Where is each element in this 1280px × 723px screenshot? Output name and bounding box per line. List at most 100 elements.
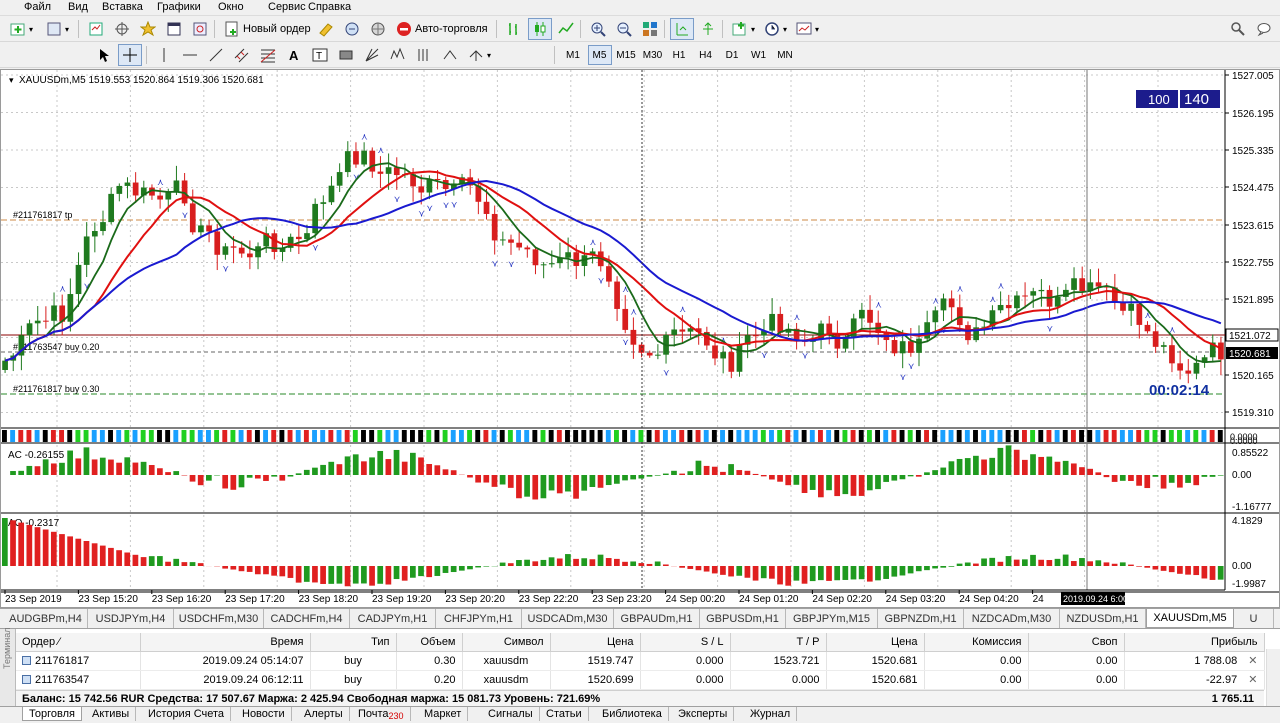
trendline-tool[interactable] xyxy=(204,44,228,66)
column-header-3[interactable]: Объем xyxy=(396,633,462,651)
timeframe-w1[interactable]: W1 xyxy=(747,45,771,65)
cycle-lines-tool[interactable] xyxy=(412,44,436,66)
terminal-tab-10[interactable]: Эксперты xyxy=(672,707,734,721)
chart-tab-10[interactable]: GBPNZDm,H1 xyxy=(878,609,964,628)
timeframe-d1[interactable]: D1 xyxy=(720,45,744,65)
column-header-9[interactable]: Комиссия xyxy=(924,633,1028,651)
crosshair-tool[interactable] xyxy=(118,44,142,66)
arrows-tool[interactable]: ▾ xyxy=(464,44,495,66)
new-chart-button[interactable]: ▾ xyxy=(6,18,37,40)
chart-tab-14[interactable]: U xyxy=(1234,609,1274,628)
metaeditor-button[interactable] xyxy=(314,18,338,40)
menu-6[interactable]: Справка xyxy=(308,1,351,13)
column-header-5[interactable]: Цена xyxy=(550,633,640,651)
auto-trading-button[interactable]: Авто-торговля xyxy=(392,18,492,40)
candlestick-button[interactable] xyxy=(528,18,552,40)
community-button[interactable] xyxy=(366,18,390,40)
terminal-tab-7[interactable]: Сигналы xyxy=(482,707,540,721)
timeframe-h4[interactable]: H4 xyxy=(694,45,718,65)
menu-3[interactable]: Графики xyxy=(157,1,201,13)
chart-tab-2[interactable]: USDCHFm,M30 xyxy=(174,609,264,628)
profiles-button[interactable]: ▾ xyxy=(42,18,73,40)
chart-tab-0[interactable]: AUDGBPm,H4 xyxy=(4,609,88,628)
chart-tab-5[interactable]: CHFJPYm,H1 xyxy=(436,609,522,628)
timeframe-m15[interactable]: M15 xyxy=(614,45,638,65)
templates-button[interactable]: ▾ xyxy=(792,18,823,40)
column-header-7[interactable]: T / P xyxy=(730,633,826,651)
line-chart-button[interactable] xyxy=(554,18,578,40)
column-header-4[interactable]: Символ xyxy=(462,633,550,651)
channel-tool[interactable] xyxy=(230,44,254,66)
bar-chart-button[interactable] xyxy=(502,18,526,40)
timeframe-m5[interactable]: M5 xyxy=(588,45,612,65)
text-tool[interactable]: A xyxy=(282,44,306,66)
search-button[interactable] xyxy=(1226,18,1250,40)
timeframe-mn[interactable]: MN xyxy=(773,45,797,65)
chart-tab-13[interactable]: XAUUSDm,M5 xyxy=(1146,609,1234,628)
horizontal-line-tool[interactable] xyxy=(178,44,202,66)
terminal-tab-2[interactable]: История Счета xyxy=(142,707,231,721)
vertical-line-tool[interactable] xyxy=(152,44,176,66)
chart-tab-3[interactable]: CADCHFm,H4 xyxy=(264,609,350,628)
chart-tab-12[interactable]: NZDUSDm,H1 xyxy=(1060,609,1146,628)
andrews-tool[interactable] xyxy=(438,44,462,66)
rectangle-tool[interactable] xyxy=(334,44,358,66)
terminal-tab-9[interactable]: Библиотека xyxy=(596,707,669,721)
menu-0[interactable]: Файл xyxy=(24,1,51,13)
cursor-tool[interactable] xyxy=(92,44,116,66)
order-row[interactable]: 2117618172019.09.24 05:14:07buy0.30xauus… xyxy=(16,651,1264,670)
order-row[interactable]: 2117635472019.09.24 06:12:11buy0.20xauus… xyxy=(16,670,1264,689)
data-window-button[interactable] xyxy=(162,18,186,40)
zoom-in-button[interactable] xyxy=(586,18,610,40)
terminal-tab-4[interactable]: Алерты xyxy=(298,707,350,721)
elliott-tool[interactable] xyxy=(386,44,410,66)
terminal-tab-0[interactable]: Торговля xyxy=(22,707,82,721)
gann-tool[interactable] xyxy=(360,44,384,66)
fibonacci-tool[interactable] xyxy=(256,44,280,66)
terminal-tab-8[interactable]: Статьи xyxy=(540,707,589,721)
zoom-out-button[interactable] xyxy=(612,18,636,40)
new-order-button[interactable]: Новый ордер xyxy=(220,18,315,40)
column-header-6[interactable]: S / L xyxy=(640,633,730,651)
terminal-tab-5[interactable]: Почта230 xyxy=(352,707,411,721)
tile-windows-button[interactable] xyxy=(638,18,662,40)
column-header-0[interactable]: Ордер ⁄ xyxy=(16,633,140,651)
navigator-button[interactable] xyxy=(110,18,134,40)
close-order-icon[interactable]: ✕ xyxy=(1245,674,1257,686)
text-label-tool[interactable]: T xyxy=(308,44,332,66)
column-header-1[interactable]: Время xyxy=(140,633,310,651)
indicators-button[interactable]: ▾ xyxy=(728,18,759,40)
market-watch-button[interactable] xyxy=(84,18,108,40)
chart-tab-6[interactable]: USDCADm,M30 xyxy=(522,609,614,628)
chart-tab-8[interactable]: GBPUSDm,H1 xyxy=(700,609,786,628)
chart-tab-4[interactable]: CADJPYm,H1 xyxy=(350,609,436,628)
price-chart[interactable]: 1527.0051526.1951525.3351524.4751523.615… xyxy=(1,70,1279,607)
chart-shift-button[interactable] xyxy=(670,18,694,40)
timeframe-h1[interactable]: H1 xyxy=(667,45,691,65)
menu-4[interactable]: Окно xyxy=(218,1,244,13)
menu-2[interactable]: Вставка xyxy=(102,1,143,13)
strategy-tester-button[interactable] xyxy=(188,18,212,40)
column-header-10[interactable]: Своп xyxy=(1028,633,1124,651)
close-order-icon[interactable]: ✕ xyxy=(1245,655,1257,667)
chart-tab-11[interactable]: NZDCADm,M30 xyxy=(964,609,1060,628)
timeframe-m1[interactable]: M1 xyxy=(561,45,585,65)
menu-5[interactable]: Сервис xyxy=(268,1,306,13)
chart-window[interactable]: 1527.0051526.1951525.3351524.4751523.615… xyxy=(0,69,1280,608)
chart-tab-7[interactable]: GBPAUDm,H1 xyxy=(614,609,700,628)
signals-button[interactable] xyxy=(340,18,364,40)
column-header-11[interactable]: Прибыль xyxy=(1124,633,1264,651)
autoscroll-button[interactable] xyxy=(696,18,720,40)
terminal-tab-6[interactable]: Маркет xyxy=(418,707,468,721)
chart-tab-1[interactable]: USDJPYm,H4 xyxy=(88,609,174,628)
favorites-button[interactable] xyxy=(136,18,160,40)
terminal-tab-3[interactable]: Новости xyxy=(236,707,292,721)
periods-button[interactable]: ▾ xyxy=(760,18,791,40)
terminal-tab-11[interactable]: Журнал xyxy=(744,707,797,721)
column-header-2[interactable]: Тип xyxy=(310,633,396,651)
menu-1[interactable]: Вид xyxy=(68,1,88,13)
terminal-tab-1[interactable]: Активы xyxy=(86,707,136,721)
chat-button[interactable] xyxy=(1252,18,1276,40)
column-header-8[interactable]: Цена xyxy=(826,633,924,651)
chart-tab-9[interactable]: GBPJPYm,M15 xyxy=(786,609,878,628)
